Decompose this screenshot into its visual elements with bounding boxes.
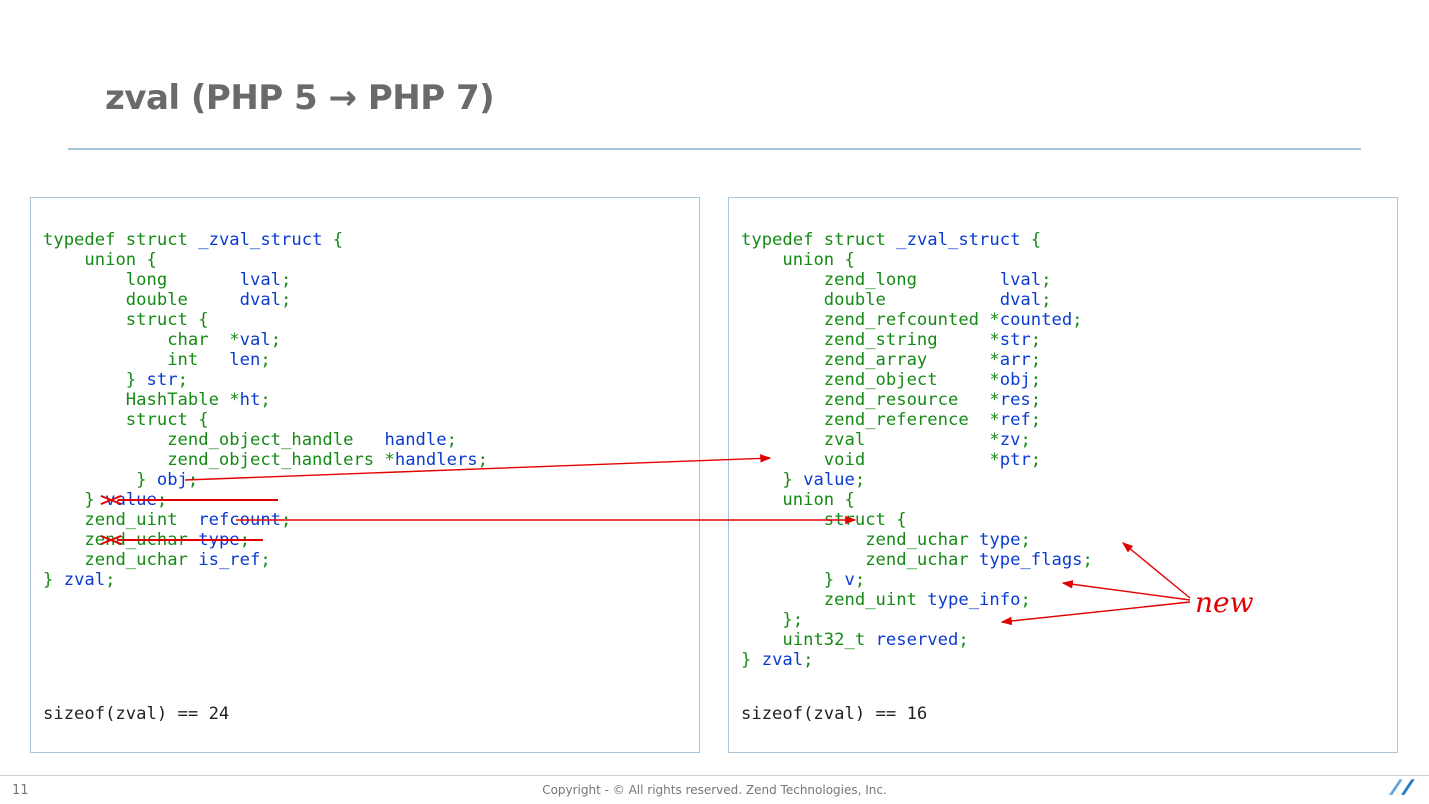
- kw-struct: struct: [126, 410, 188, 430]
- id-handle: handle: [385, 430, 447, 450]
- type-zval: zval: [824, 430, 865, 450]
- id-ht: ht: [240, 390, 261, 410]
- id-ptr: ptr: [1000, 450, 1031, 470]
- kw-union: union: [782, 490, 834, 510]
- kw-struct: struct: [824, 230, 886, 250]
- id-zval-struct: _zval_struct: [198, 230, 322, 250]
- type-zend-uint: zend_uint: [824, 590, 917, 610]
- id-zval: zval: [64, 570, 105, 590]
- php7-code-block: typedef struct _zval_struct { union { ze…: [728, 197, 1398, 753]
- id-zval: zval: [762, 650, 803, 670]
- type-zoh: zend_object_handle: [167, 430, 353, 450]
- slide-title: zval (PHP 5 → PHP 7): [105, 78, 494, 118]
- id-val: val: [240, 330, 271, 350]
- type-zend-refcounted: zend_refcounted: [824, 310, 979, 330]
- id-arr: arr: [1000, 350, 1031, 370]
- type-zend-uchar: zend_uchar: [84, 550, 187, 570]
- id-len: len: [229, 350, 260, 370]
- id-obj: obj: [157, 470, 188, 490]
- type-uint32: uint32_t: [782, 630, 865, 650]
- type-zohs: zend_object_handlers: [167, 450, 374, 470]
- id-refcount: refcount: [198, 510, 281, 530]
- id-lval: lval: [240, 270, 281, 290]
- id-zv: zv: [1000, 430, 1021, 450]
- type-int: int: [167, 350, 198, 370]
- php5-code-block: typedef struct _zval_struct { union { lo…: [30, 197, 700, 753]
- id-res: res: [1000, 390, 1031, 410]
- type-zend-uchar: zend_uchar: [865, 550, 968, 570]
- footer-divider: [0, 775, 1429, 776]
- id-dval: dval: [240, 290, 281, 310]
- copyright-text: Copyright - © All rights reserved. Zend …: [0, 783, 1429, 797]
- kw-union: union: [782, 250, 834, 270]
- id-dval: dval: [1000, 290, 1041, 310]
- brace: {: [333, 230, 343, 250]
- id-lval: lval: [1000, 270, 1041, 290]
- type-zend-resource: zend_resource: [824, 390, 959, 410]
- kw-struct: struct: [126, 230, 188, 250]
- type-void: void: [824, 450, 865, 470]
- type-zend-reference: zend_reference: [824, 410, 969, 430]
- cross-isref: [100, 539, 122, 541]
- id-str: str: [1000, 330, 1031, 350]
- id-obj: obj: [1000, 370, 1031, 390]
- id-v: v: [845, 570, 855, 590]
- type-zend-object: zend_object: [824, 370, 938, 390]
- type-double: double: [824, 290, 886, 310]
- id-is-ref: is_ref: [198, 550, 260, 570]
- type-zend-string: zend_string: [824, 330, 938, 350]
- new-annotation-label: new: [1195, 586, 1254, 619]
- type-zend-uchar: zend_uchar: [865, 530, 968, 550]
- kw-struct: struct: [824, 510, 886, 530]
- kw-struct: struct: [126, 310, 188, 330]
- id-value: value: [803, 470, 855, 490]
- php7-sizeof: sizeof(zval) == 16: [741, 704, 927, 724]
- type-zend-uint: zend_uint: [84, 510, 177, 530]
- id-type: type: [979, 530, 1020, 550]
- id-type-info: type_info: [927, 590, 1020, 610]
- brace: {: [147, 250, 157, 270]
- title-divider: [68, 148, 1361, 150]
- id-handlers: handlers: [395, 450, 478, 470]
- type-zend-array: zend_array: [824, 350, 927, 370]
- id-type: type: [198, 530, 239, 550]
- id-ref: ref: [1000, 410, 1031, 430]
- kw-typedef: typedef: [43, 230, 115, 250]
- id-type-flags: type_flags: [979, 550, 1082, 570]
- type-double: double: [126, 290, 188, 310]
- type-zend-long: zend_long: [824, 270, 917, 290]
- zend-logo-icon: [1387, 776, 1415, 800]
- id-counted: counted: [1000, 310, 1072, 330]
- id-str: str: [147, 370, 178, 390]
- php5-sizeof: sizeof(zval) == 24: [43, 704, 229, 724]
- type-long: long: [126, 270, 167, 290]
- id-reserved: reserved: [876, 630, 959, 650]
- kw-typedef: typedef: [741, 230, 813, 250]
- cross-refcount: [100, 499, 122, 501]
- id-zval-struct: _zval_struct: [896, 230, 1020, 250]
- kw-union: union: [84, 250, 136, 270]
- type-hashtable: HashTable: [126, 390, 219, 410]
- type-char: char: [167, 330, 208, 350]
